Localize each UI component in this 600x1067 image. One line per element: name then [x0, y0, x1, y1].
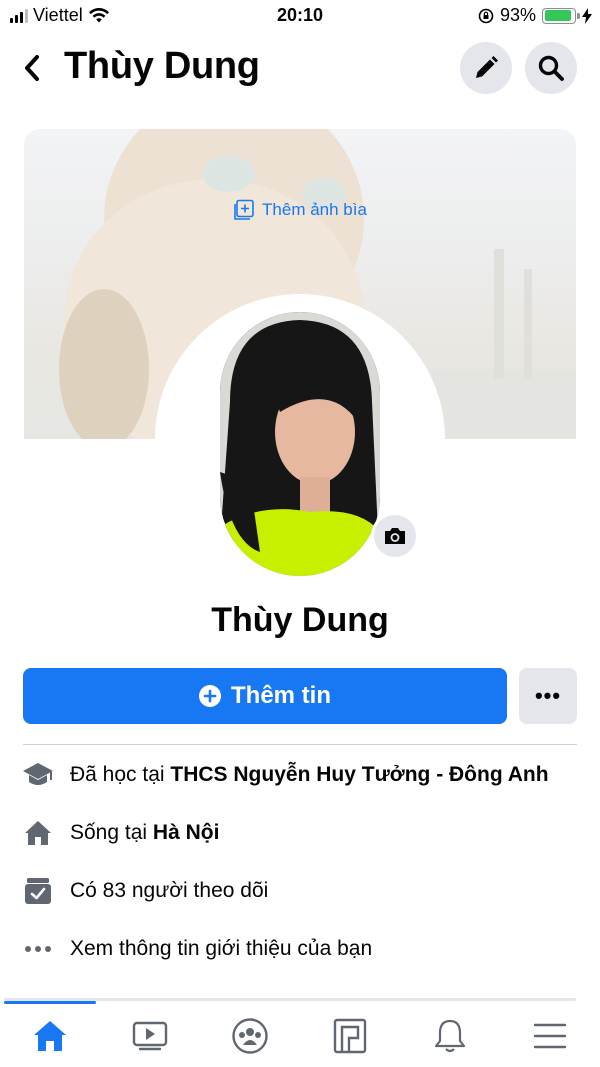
followers-text: Có 83 người theo dõi [70, 879, 269, 902]
profile-name: Thùy Dung [211, 601, 389, 639]
plus-circle-icon [199, 685, 221, 707]
orientation-lock-icon [478, 8, 494, 23]
nav-menu[interactable] [500, 1005, 600, 1067]
edit-profile-button[interactable] [460, 42, 512, 94]
more-options-button[interactable]: ••• [519, 668, 577, 724]
nav-notifications[interactable] [400, 1005, 500, 1067]
menu-icon [533, 1023, 567, 1049]
more-dots-icon: ••• [534, 683, 562, 708]
see-about-label: Xem thông tin giới thiệu của bạn [70, 937, 373, 960]
watch-icon [132, 1021, 168, 1051]
city-link[interactable]: Hà Nội [153, 821, 220, 844]
charging-bolt-icon [582, 7, 592, 24]
page-title: Thùy Dung [64, 45, 260, 87]
info-row-location: Sống tại Hà Nội [20, 813, 580, 853]
more-dots-icon [20, 931, 56, 967]
add-photo-icon [234, 199, 254, 220]
nav-groups[interactable] [200, 1005, 300, 1067]
graduation-cap-icon [20, 757, 56, 793]
divider [23, 744, 577, 745]
info-row-education: Đã học tại THCS Nguyễn Huy Tưởng - Đông … [20, 755, 580, 795]
nav-pages[interactable] [300, 1005, 400, 1067]
add-cover-label: Thêm ảnh bìa [262, 200, 367, 219]
info-prefix: Đã học tại [70, 763, 171, 786]
camera-icon [385, 528, 405, 544]
add-cover-button[interactable]: Thêm ảnh bìa [24, 199, 576, 221]
add-story-button[interactable]: Thêm tin [23, 668, 507, 724]
nav-watch[interactable] [100, 1005, 200, 1067]
battery-icon [542, 7, 580, 24]
pencil-icon [476, 56, 498, 78]
avatar[interactable] [220, 312, 380, 576]
profile-header: Thùy Dung [0, 36, 600, 100]
avatar-photo [220, 312, 380, 576]
info-row-followers[interactable]: Có 83 người theo dõi [20, 871, 580, 911]
see-about-info-link[interactable]: Xem thông tin giới thiệu của bạn [20, 929, 580, 969]
nav-active-indicator [4, 1001, 96, 1004]
school-link[interactable]: THCS Nguyễn Huy Tưởng - Đông Anh [170, 763, 548, 786]
search-icon [538, 55, 564, 81]
notifications-icon [434, 1019, 466, 1053]
battery-percent: 93% [499, 5, 536, 25]
followers-icon [20, 873, 56, 909]
pages-icon [333, 1018, 367, 1054]
back-chevron-icon [25, 55, 39, 81]
groups-icon [232, 1018, 268, 1054]
battery-group: 93% [478, 5, 592, 26]
search-button[interactable] [525, 42, 577, 94]
home-icon [20, 815, 56, 851]
back-button[interactable] [14, 48, 50, 88]
bottom-nav [0, 1005, 600, 1067]
add-story-label: Thêm tin [231, 682, 331, 709]
nav-home[interactable] [0, 1005, 100, 1067]
info-prefix: Sống tại [70, 821, 153, 844]
home-icon [34, 1021, 66, 1051]
status-bar: Viettel 20:10 93% [0, 0, 600, 32]
change-avatar-button[interactable] [371, 512, 419, 560]
